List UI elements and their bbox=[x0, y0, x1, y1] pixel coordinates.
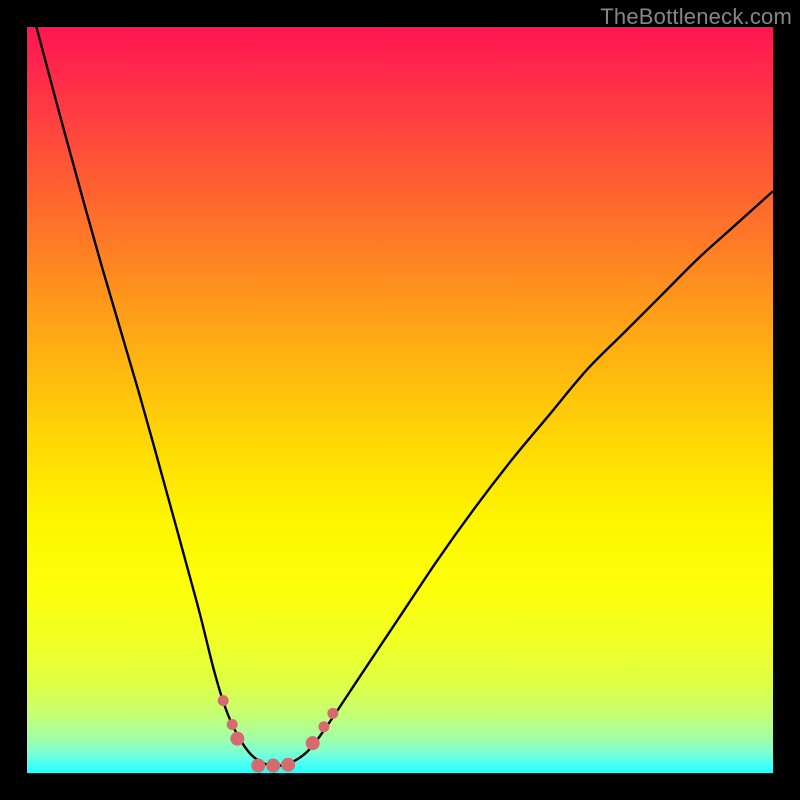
watermark-label: TheBottleneck.com bbox=[600, 4, 792, 30]
bottleneck-chart bbox=[27, 27, 773, 773]
chart-gradient-background bbox=[27, 27, 773, 773]
